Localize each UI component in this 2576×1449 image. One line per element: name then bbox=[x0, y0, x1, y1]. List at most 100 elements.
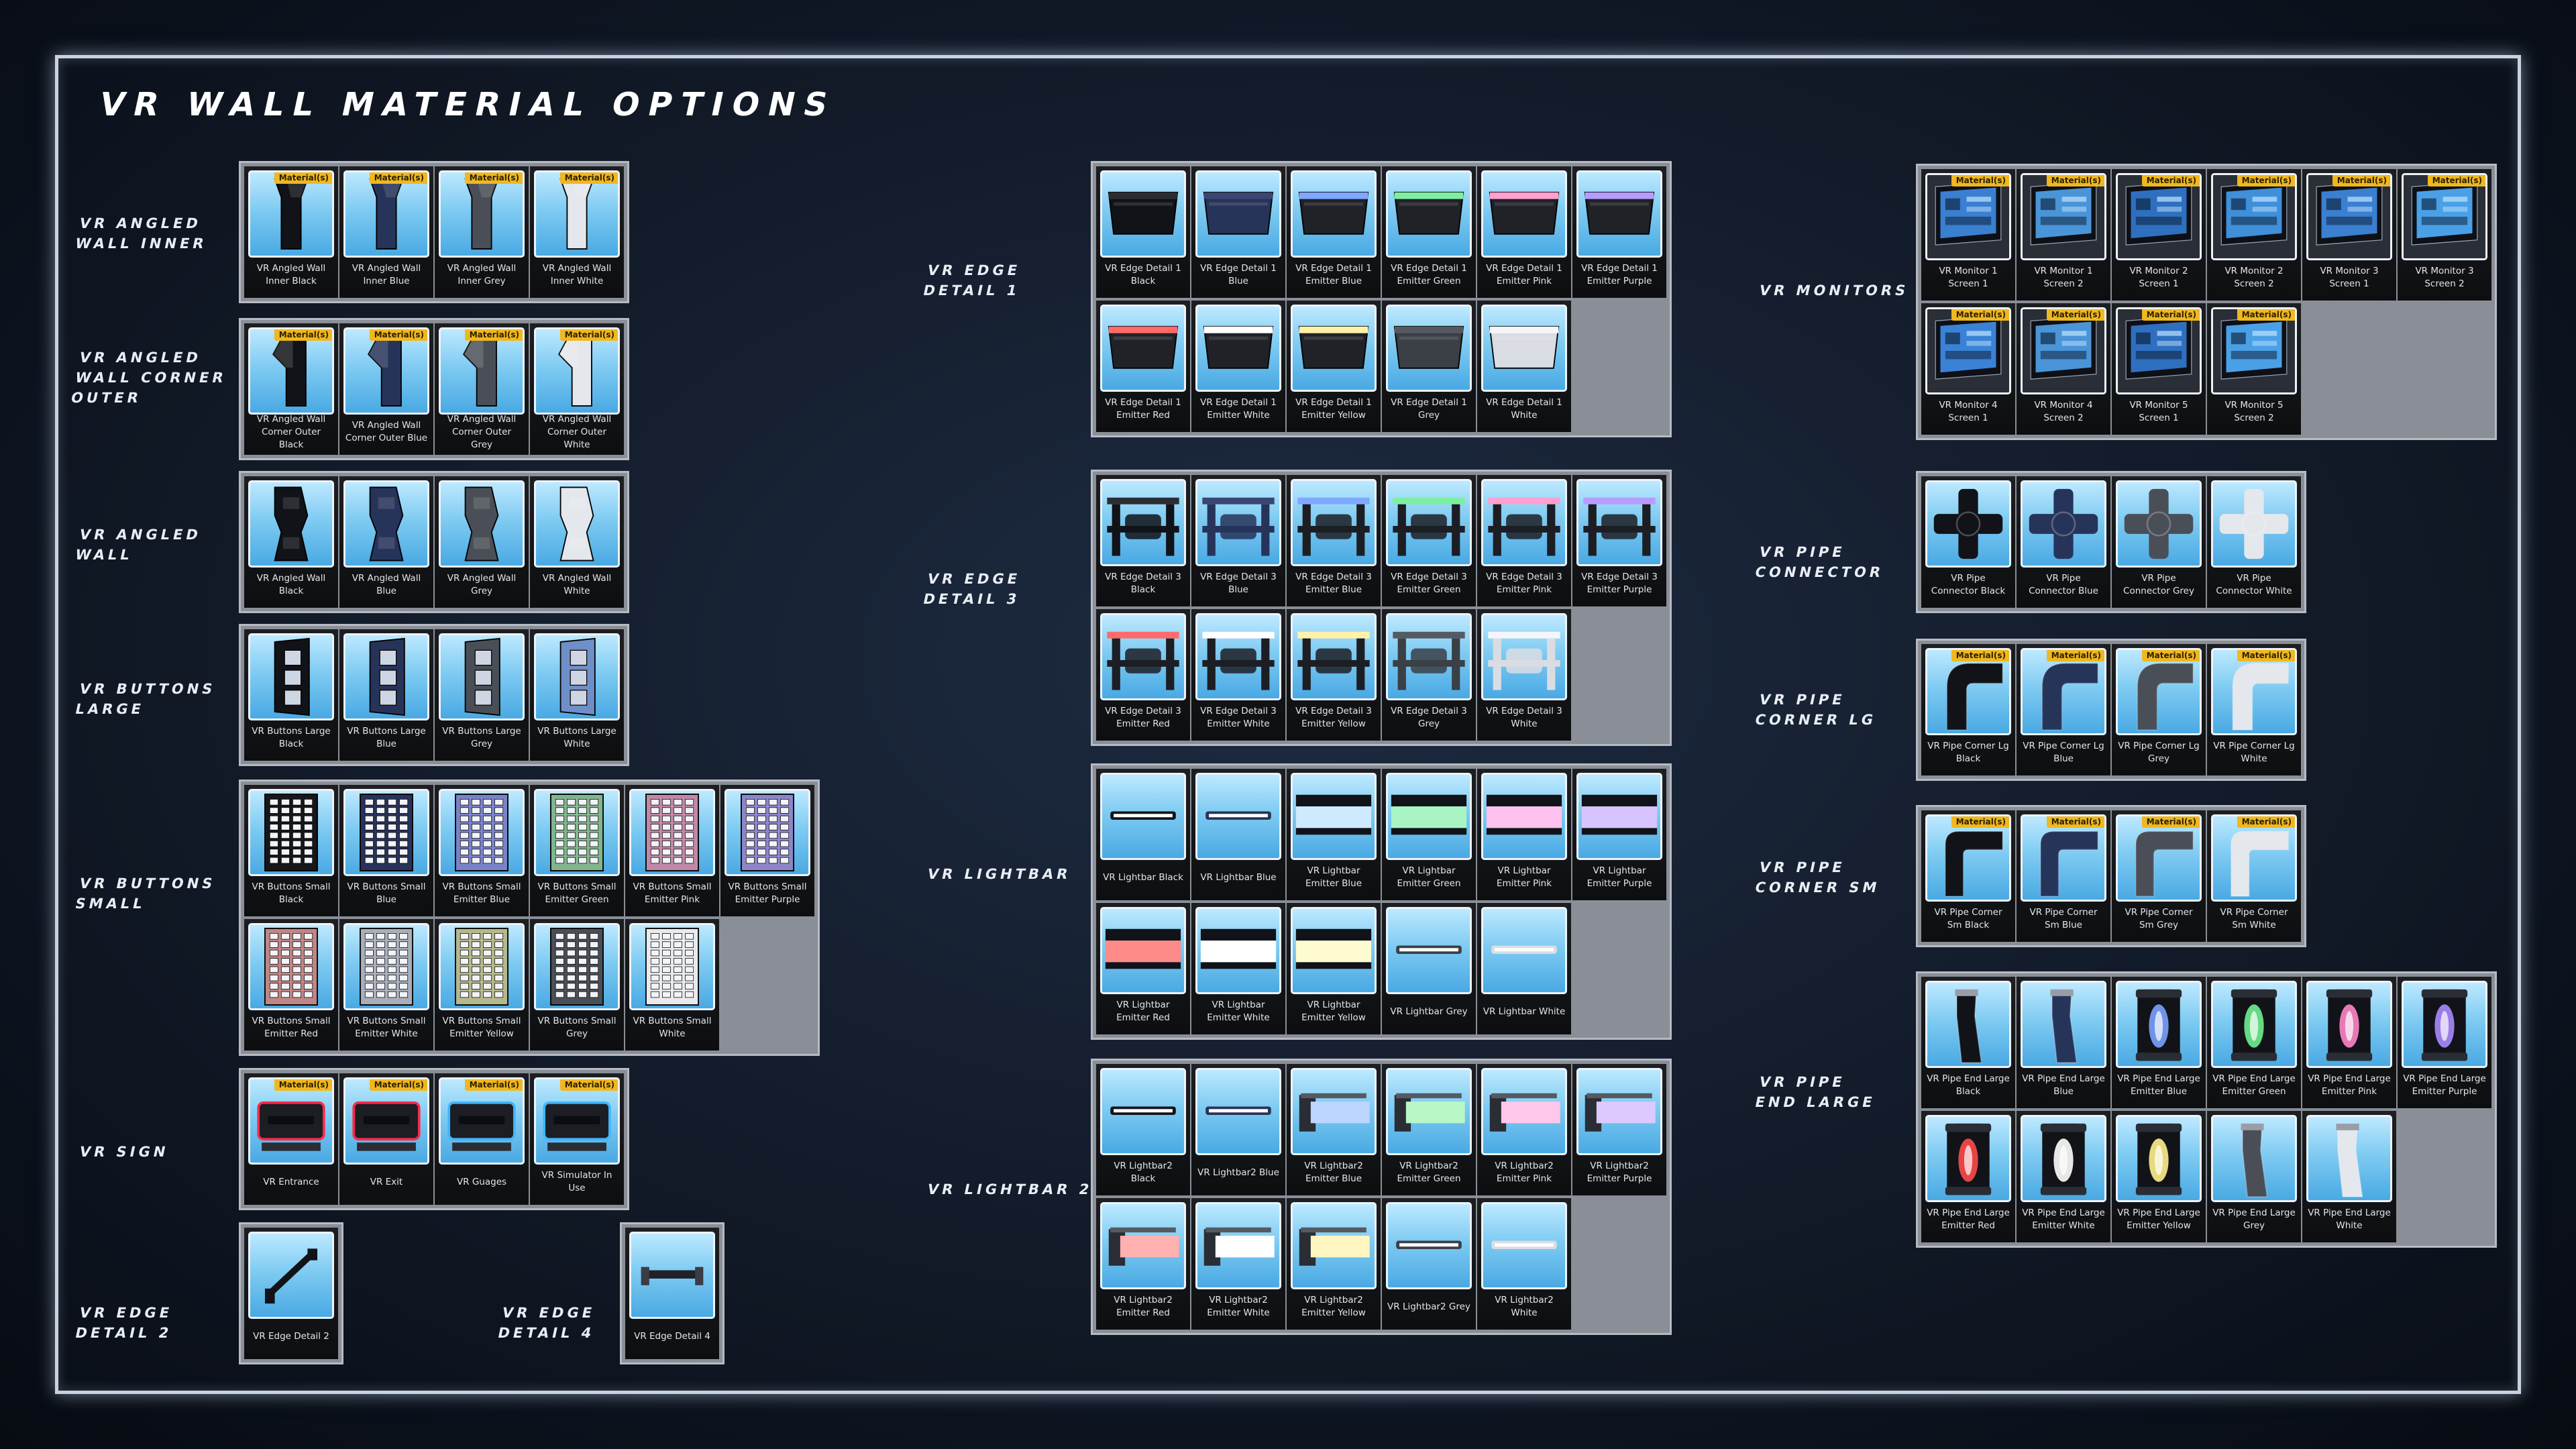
material-tile[interactable]: Material(s) VR Monitor 1 Screen 1 bbox=[1921, 169, 2015, 301]
material-tile[interactable]: VR Edge Detail 3 Emitter Pink bbox=[1477, 475, 1571, 606]
material-tile[interactable]: VR Buttons Small Emitter Yellow bbox=[435, 919, 529, 1051]
material-tile[interactable]: VR Edge Detail 1 Emitter Yellow bbox=[1287, 301, 1381, 432]
material-tile[interactable]: VR Edge Detail 1 Emitter Green bbox=[1382, 166, 1476, 298]
material-tile[interactable]: Material(s) VR Monitor 2 Screen 2 bbox=[2207, 169, 2301, 301]
material-tile[interactable]: VR Buttons Large White bbox=[530, 629, 624, 761]
material-tile[interactable]: VR Lightbar2 White bbox=[1477, 1198, 1571, 1330]
material-tile[interactable]: VR Lightbar2 Emitter Yellow bbox=[1287, 1198, 1381, 1330]
material-tile[interactable]: VR Pipe End Large Black bbox=[1921, 977, 2015, 1108]
material-tile[interactable]: Material(s) VR Pipe Corner Lg Blue bbox=[2017, 644, 2110, 775]
material-tile[interactable]: VR Lightbar White bbox=[1477, 903, 1571, 1034]
material-tile[interactable]: Material(s) VR Exit bbox=[339, 1073, 433, 1205]
material-tile[interactable]: VR Edge Detail 4 bbox=[625, 1228, 719, 1359]
material-tile[interactable]: VR Lightbar2 Emitter Green bbox=[1382, 1064, 1476, 1195]
material-tile[interactable]: VR Edge Detail 3 Emitter Red bbox=[1096, 609, 1190, 741]
material-tile[interactable]: VR Lightbar Emitter Yellow bbox=[1287, 903, 1381, 1034]
material-tile[interactable]: VR Edge Detail 1 Grey bbox=[1382, 301, 1476, 432]
material-tile[interactable]: VR Pipe End Large White bbox=[2302, 1111, 2396, 1242]
material-tile[interactable]: Material(s) VR Angled Wall Corner Outer W… bbox=[530, 323, 624, 455]
material-tile[interactable]: VR Pipe End Large Emitter Yellow bbox=[2112, 1111, 2206, 1242]
material-tile[interactable]: Material(s) VR Guages bbox=[435, 1073, 529, 1205]
material-tile[interactable]: VR Edge Detail 3 Emitter White bbox=[1191, 609, 1285, 741]
material-tile[interactable]: VR Buttons Small Emitter White bbox=[339, 919, 433, 1051]
material-tile[interactable]: Material(s) VR Monitor 4 Screen 2 bbox=[2017, 303, 2110, 435]
material-tile[interactable]: VR Buttons Small White bbox=[625, 919, 719, 1051]
material-tile[interactable]: Material(s) VR Monitor 2 Screen 1 bbox=[2112, 169, 2206, 301]
material-tile[interactable]: VR Lightbar2 Emitter Purple bbox=[1572, 1064, 1666, 1195]
material-tile[interactable]: VR Buttons Small Blue bbox=[339, 785, 433, 916]
material-tile[interactable]: VR Pipe End Large Emitter Pink bbox=[2302, 977, 2396, 1108]
material-tile[interactable]: VR Buttons Small Emitter Purple bbox=[720, 785, 814, 916]
material-tile[interactable]: VR Pipe End Large Emitter White bbox=[2017, 1111, 2110, 1242]
material-tile[interactable]: VR Angled Wall Grey bbox=[435, 476, 529, 608]
material-tile[interactable]: VR Angled Wall Black bbox=[244, 476, 338, 608]
material-tile[interactable]: VR Edge Detail 3 White bbox=[1477, 609, 1571, 741]
material-tile[interactable]: Material(s) VR Simulator In Use bbox=[530, 1073, 624, 1205]
material-tile[interactable]: VR Edge Detail 3 Emitter Blue bbox=[1287, 475, 1381, 606]
material-tile[interactable]: VR Edge Detail 3 Grey bbox=[1382, 609, 1476, 741]
material-tile[interactable]: VR Angled Wall White bbox=[530, 476, 624, 608]
material-tile[interactable]: VR Pipe End Large Emitter Purple bbox=[2398, 977, 2491, 1108]
material-tile[interactable]: VR Edge Detail 1 Emitter Red bbox=[1096, 301, 1190, 432]
material-tile[interactable]: VR Lightbar Blue bbox=[1191, 769, 1285, 900]
material-tile[interactable]: VR Lightbar Grey bbox=[1382, 903, 1476, 1034]
material-tile[interactable]: Material(s) VR Monitor 3 Screen 2 bbox=[2398, 169, 2491, 301]
material-tile[interactable]: VR Pipe End Large Emitter Green bbox=[2207, 977, 2301, 1108]
material-tile[interactable]: VR Pipe End Large Emitter Red bbox=[1921, 1111, 2015, 1242]
material-tile[interactable]: VR Lightbar Emitter Purple bbox=[1572, 769, 1666, 900]
material-tile[interactable]: VR Edge Detail 1 Emitter Blue bbox=[1287, 166, 1381, 298]
material-tile[interactable]: VR Pipe End Large Grey bbox=[2207, 1111, 2301, 1242]
material-tile[interactable]: Material(s) VR Angled Wall Corner Outer B… bbox=[244, 323, 338, 455]
material-tile[interactable]: VR Lightbar Black bbox=[1096, 769, 1190, 900]
material-tile[interactable]: VR Buttons Large Blue bbox=[339, 629, 433, 761]
material-tile[interactable]: VR Edge Detail 3 Black bbox=[1096, 475, 1190, 606]
material-tile[interactable]: VR Edge Detail 1 Emitter White bbox=[1191, 301, 1285, 432]
material-tile[interactable]: Material(s) VR Pipe Corner Lg Grey bbox=[2112, 644, 2206, 775]
material-tile[interactable]: VR Edge Detail 2 bbox=[244, 1228, 338, 1359]
material-tile[interactable]: VR Edge Detail 3 Emitter Purple bbox=[1572, 475, 1666, 606]
material-tile[interactable]: Material(s) VR Angled Wall Inner White bbox=[530, 166, 624, 298]
material-tile[interactable]: VR Pipe Connector White bbox=[2207, 476, 2301, 608]
material-tile[interactable]: Material(s) VR Pipe Corner Lg Black bbox=[1921, 644, 2015, 775]
material-tile[interactable]: VR Buttons Small Black bbox=[244, 785, 338, 916]
material-tile[interactable]: Material(s) VR Pipe Corner Sm Black bbox=[1921, 810, 2015, 942]
material-tile[interactable]: Material(s) VR Monitor 3 Screen 1 bbox=[2302, 169, 2396, 301]
material-tile[interactable]: Material(s) VR Pipe Corner Sm White bbox=[2207, 810, 2301, 942]
material-tile[interactable]: VR Lightbar2 Blue bbox=[1191, 1064, 1285, 1195]
material-tile[interactable]: VR Edge Detail 1 Blue bbox=[1191, 166, 1285, 298]
material-tile[interactable]: VR Lightbar Emitter Green bbox=[1382, 769, 1476, 900]
material-tile[interactable]: Material(s) VR Pipe Corner Sm Grey bbox=[2112, 810, 2206, 942]
material-tile[interactable]: VR Buttons Small Emitter Pink bbox=[625, 785, 719, 916]
material-tile[interactable]: VR Lightbar Emitter Pink bbox=[1477, 769, 1571, 900]
material-tile[interactable]: Material(s) VR Monitor 5 Screen 2 bbox=[2207, 303, 2301, 435]
material-tile[interactable]: Material(s) VR Angled Wall Corner Outer B… bbox=[339, 323, 433, 455]
material-tile[interactable]: VR Angled Wall Blue bbox=[339, 476, 433, 608]
material-tile[interactable]: VR Lightbar2 Emitter Blue bbox=[1287, 1064, 1381, 1195]
material-tile[interactable]: VR Edge Detail 1 Black bbox=[1096, 166, 1190, 298]
material-tile[interactable]: VR Lightbar2 Grey bbox=[1382, 1198, 1476, 1330]
material-tile[interactable]: VR Buttons Small Grey bbox=[530, 919, 624, 1051]
material-tile[interactable]: VR Lightbar2 Emitter White bbox=[1191, 1198, 1285, 1330]
material-tile[interactable]: VR Pipe Connector Grey bbox=[2112, 476, 2206, 608]
material-tile[interactable]: VR Buttons Large Black bbox=[244, 629, 338, 761]
material-tile[interactable]: Material(s) VR Monitor 5 Screen 1 bbox=[2112, 303, 2206, 435]
material-tile[interactable]: Material(s) VR Pipe Corner Lg White bbox=[2207, 644, 2301, 775]
material-tile[interactable]: VR Buttons Large Grey bbox=[435, 629, 529, 761]
material-tile[interactable]: VR Pipe Connector Black bbox=[1921, 476, 2015, 608]
material-tile[interactable]: VR Buttons Small Emitter Green bbox=[530, 785, 624, 916]
material-tile[interactable]: VR Lightbar Emitter Red bbox=[1096, 903, 1190, 1034]
material-tile[interactable]: VR Edge Detail 1 Emitter Purple bbox=[1572, 166, 1666, 298]
material-tile[interactable]: Material(s) VR Angled Wall Corner Outer G… bbox=[435, 323, 529, 455]
material-tile[interactable]: Material(s) VR Monitor 4 Screen 1 bbox=[1921, 303, 2015, 435]
material-tile[interactable]: VR Pipe End Large Blue bbox=[2017, 977, 2110, 1108]
material-tile[interactable]: VR Buttons Small Emitter Red bbox=[244, 919, 338, 1051]
material-tile[interactable]: Material(s) VR Angled Wall Inner Black bbox=[244, 166, 338, 298]
material-tile[interactable]: VR Lightbar2 Emitter Pink bbox=[1477, 1064, 1571, 1195]
material-tile[interactable]: Material(s) VR Angled Wall Inner Grey bbox=[435, 166, 529, 298]
material-tile[interactable]: VR Edge Detail 3 Emitter Yellow bbox=[1287, 609, 1381, 741]
material-tile[interactable]: VR Lightbar Emitter White bbox=[1191, 903, 1285, 1034]
material-tile[interactable]: VR Lightbar2 Emitter Red bbox=[1096, 1198, 1190, 1330]
material-tile[interactable]: Material(s) VR Entrance bbox=[244, 1073, 338, 1205]
material-tile[interactable]: VR Buttons Small Emitter Blue bbox=[435, 785, 529, 916]
material-tile[interactable]: VR Lightbar2 Black bbox=[1096, 1064, 1190, 1195]
